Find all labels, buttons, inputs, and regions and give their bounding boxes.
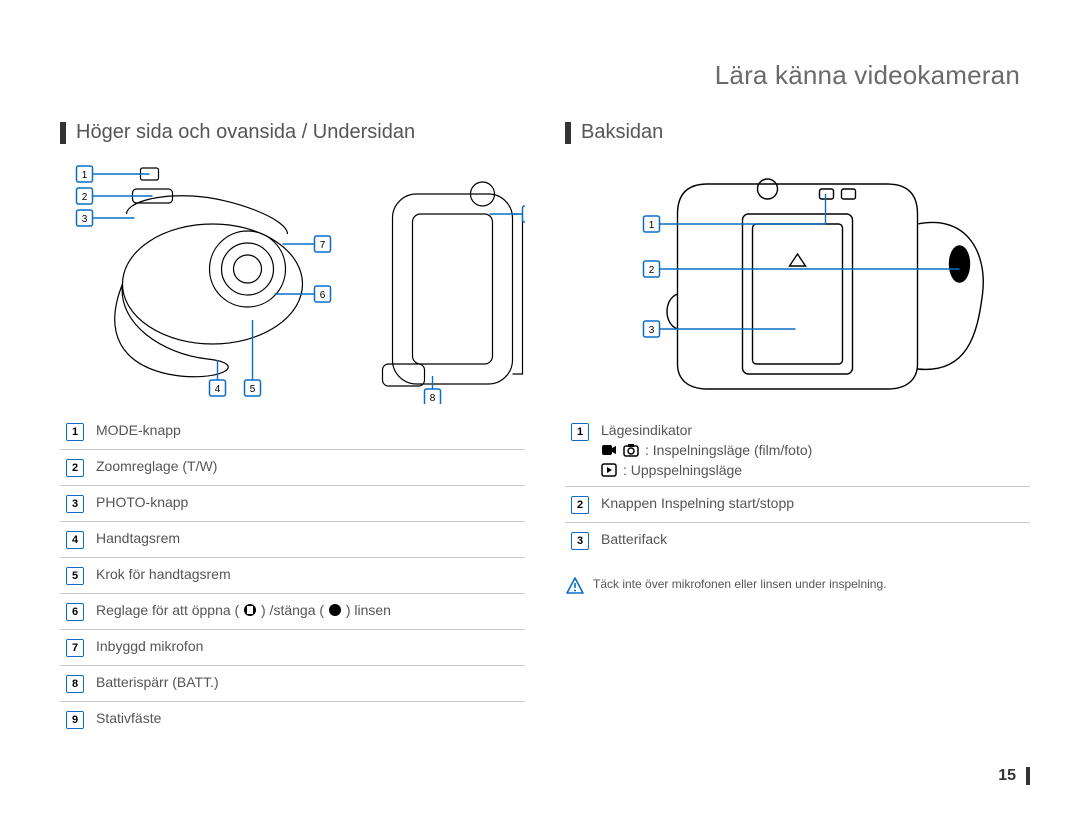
right-column: Baksidan (565, 121, 1030, 737)
right-section-heading: Baksidan (565, 121, 1030, 144)
right-diagram: 1 2 3 (565, 154, 1030, 404)
callout-9-icon: 9 (523, 206, 526, 222)
list-item: 2 Knappen Inspelning start/stopp (565, 487, 1030, 523)
list-item: 8 Batterispärr (BATT.) (60, 666, 525, 702)
subline: : Uppspelningsläge (601, 462, 1024, 478)
callout-3-icon: 3 (644, 321, 660, 337)
note: Täck inte över mikrofonen eller linsen u… (565, 576, 1030, 596)
callout-box-icon: 2 (66, 459, 84, 477)
list-item: 7 Inbyggd mikrofon (60, 630, 525, 666)
list-item: 2 Zoomreglage (T/W) (60, 450, 525, 486)
svg-text:1: 1 (649, 220, 655, 231)
list-item: 3 PHOTO-knapp (60, 486, 525, 522)
right-heading-text: Baksidan (581, 121, 663, 144)
part-label: PHOTO-knapp (90, 486, 525, 522)
callout-2-icon: 2 (77, 188, 93, 204)
callout-box-icon: 3 (66, 495, 84, 513)
manual-page: Lära känna videokameran Höger sida och o… (0, 0, 1080, 825)
heading-bar-icon (60, 122, 66, 144)
play-icon (601, 463, 617, 477)
left-diagram: 1 2 3 4 5 6 7 8 9 (60, 154, 525, 404)
callout-5-icon: 5 (245, 380, 261, 396)
svg-text:3: 3 (649, 325, 655, 336)
part-label: Zoomreglage (T/W) (90, 450, 525, 486)
video-icon (601, 443, 617, 457)
callout-box-icon: 9 (66, 711, 84, 729)
svg-text:2: 2 (82, 192, 88, 203)
subline: : Inspelningsläge (film/foto) (601, 442, 1024, 458)
list-item: 5 Krok för handtagsrem (60, 558, 525, 594)
part-label: Reglage för att öppna ( ) /stänga ( ) li… (90, 594, 525, 630)
callout-box-icon: 8 (66, 675, 84, 693)
callout-box-icon: 1 (571, 423, 589, 441)
callout-1-icon: 1 (644, 216, 660, 232)
right-parts-list: 1 Lägesindikator : Inspelningsläge (film… (565, 414, 1030, 558)
callout-box-icon: 7 (66, 639, 84, 657)
callout-box-icon: 6 (66, 603, 84, 621)
part-label: Knappen Inspelning start/stopp (595, 487, 1030, 523)
caution-icon (565, 576, 585, 596)
part-label: Stativfäste (90, 702, 525, 738)
svg-text:2: 2 (649, 265, 655, 276)
two-column-layout: Höger sida och ovansida / Undersidan (60, 121, 1030, 737)
svg-text:4: 4 (215, 384, 221, 395)
svg-text:7: 7 (320, 240, 326, 251)
list-item: 9 Stativfäste (60, 702, 525, 738)
list-item: 1 Lägesindikator : Inspelningsläge (film… (565, 414, 1030, 487)
list-item: 4 Handtagsrem (60, 522, 525, 558)
callout-2-icon: 2 (644, 261, 660, 277)
list-item: 3 Batterifack (565, 523, 1030, 559)
part-label: Handtagsrem (90, 522, 525, 558)
part-label: Batterifack (595, 523, 1030, 559)
callout-6-icon: 6 (315, 286, 331, 302)
part-label: Lägesindikator : Inspelningsläge (film/f… (595, 414, 1030, 487)
part-label: Batterispärr (BATT.) (90, 666, 525, 702)
callout-1-icon: 1 (77, 166, 93, 182)
part-label: MODE-knapp (90, 414, 525, 450)
left-parts-list: 1 MODE-knapp 2 Zoomreglage (T/W) 3 PHOTO-kn… (60, 414, 525, 737)
camcorder-rear-illustration: 1 2 3 (565, 154, 1030, 404)
left-section-heading: Höger sida och ovansida / Undersidan (60, 121, 525, 144)
open-dot-icon (243, 603, 257, 617)
camcorder-right-top-bottom-illustration: 1 2 3 4 5 6 7 8 9 (60, 154, 525, 404)
heading-bar-icon (565, 122, 571, 144)
callout-7-icon: 7 (315, 236, 331, 252)
callout-4-icon: 4 (210, 380, 226, 396)
list-item: 1 MODE-knapp (60, 414, 525, 450)
callout-3-icon: 3 (77, 210, 93, 226)
callout-box-icon: 5 (66, 567, 84, 585)
svg-text:3: 3 (82, 214, 88, 225)
left-heading-text: Höger sida och ovansida / Undersidan (76, 121, 415, 144)
list-item: 6 Reglage för att öppna ( ) /stänga ( ) … (60, 594, 525, 630)
svg-text:5: 5 (250, 384, 256, 395)
callout-box-icon: 4 (66, 531, 84, 549)
left-column: Höger sida och ovansida / Undersidan (60, 121, 525, 737)
callout-box-icon: 1 (66, 423, 84, 441)
callout-8-icon: 8 (425, 389, 441, 404)
svg-text:1: 1 (82, 170, 88, 181)
svg-text:6: 6 (320, 290, 326, 301)
page-number: 15 (998, 767, 1030, 785)
part-label: Krok för handtagsrem (90, 558, 525, 594)
callout-box-icon: 2 (571, 496, 589, 514)
note-text: Täck inte över mikrofonen eller linsen u… (593, 576, 887, 593)
chapter-title: Lära känna videokameran (60, 60, 1030, 91)
svg-text:8: 8 (430, 393, 436, 404)
photo-icon (623, 443, 639, 457)
part-label: Inbyggd mikrofon (90, 630, 525, 666)
close-dot-icon (328, 603, 342, 617)
callout-box-icon: 3 (571, 532, 589, 550)
